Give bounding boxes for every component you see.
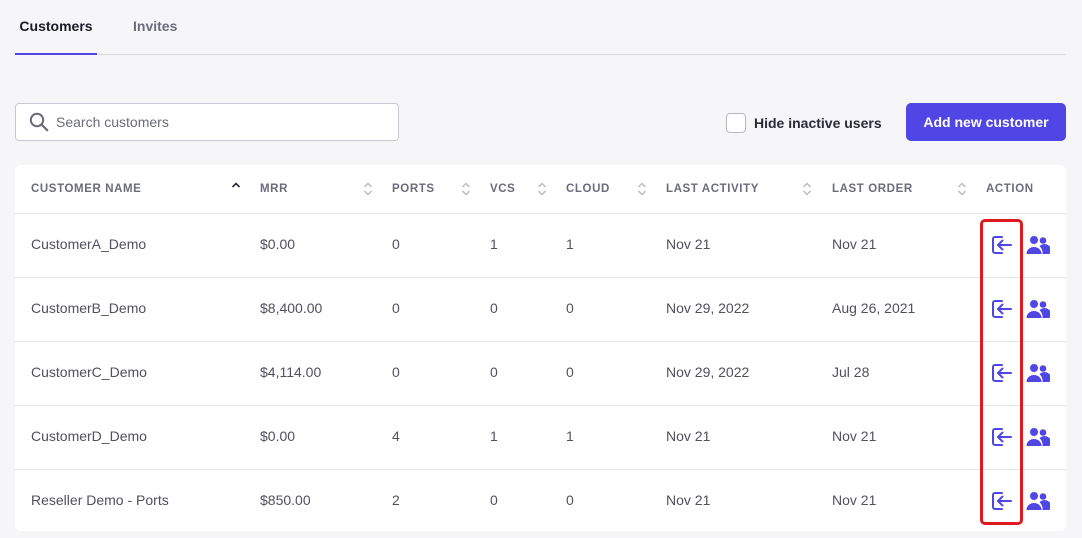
customer-name[interactable]: Reseller Demo - Ports: [31, 492, 169, 508]
login-icon[interactable]: [990, 362, 1012, 384]
column-header-cloud[interactable]: CLOUD: [566, 183, 610, 195]
sort-ascending-icon[interactable]: [231, 181, 241, 195]
hide-inactive-checkbox[interactable]: [726, 113, 746, 133]
table-row: CustomerA_Demo $0.00 0 1 1 Nov 21 Nov 21: [15, 214, 1066, 278]
login-icon[interactable]: [990, 298, 1012, 320]
mrr-value: $4,114.00: [260, 364, 322, 380]
last-order-value: Nov 21: [832, 428, 877, 444]
table-row: CustomerB_Demo $8,400.00 0 0 0 Nov 29, 2…: [15, 278, 1066, 342]
column-header-mrr[interactable]: MRR: [260, 183, 288, 195]
customer-name[interactable]: CustomerC_Demo: [31, 364, 147, 380]
last-activity-value: Nov 21: [666, 428, 711, 444]
ports-value: 0: [392, 364, 400, 380]
column-header-customer-name[interactable]: CUSTOMER NAME: [31, 183, 141, 195]
vcs-value: 1: [490, 428, 498, 444]
table-row: CustomerD_Demo $0.00 4 1 1 Nov 21 Nov 21: [15, 406, 1066, 470]
search-box[interactable]: [15, 103, 399, 141]
users-icon[interactable]: [1026, 363, 1050, 383]
table-row: CustomerC_Demo $4,114.00 0 0 0 Nov 29, 2…: [15, 342, 1066, 406]
customer-name[interactable]: CustomerB_Demo: [31, 300, 146, 316]
customer-name[interactable]: CustomerA_Demo: [31, 236, 146, 252]
vcs-value: 1: [490, 236, 498, 252]
sort-icon[interactable]: [957, 181, 967, 197]
search-input[interactable]: [56, 104, 386, 140]
sort-icon[interactable]: [461, 181, 471, 197]
users-icon[interactable]: [1026, 427, 1050, 447]
users-icon[interactable]: [1026, 491, 1050, 511]
column-header-last-activity[interactable]: LAST ACTIVITY: [666, 183, 759, 195]
vcs-value: 0: [490, 300, 498, 316]
last-activity-value: Nov 29, 2022: [666, 364, 750, 380]
add-customer-button[interactable]: Add new customer: [906, 103, 1066, 141]
last-order-value: Aug 26, 2021: [832, 300, 916, 316]
tab-customers[interactable]: Customers: [15, 0, 97, 55]
mrr-value: $850.00: [260, 492, 311, 508]
ports-value: 2: [392, 492, 400, 508]
login-icon[interactable]: [990, 234, 1012, 256]
users-icon[interactable]: [1026, 299, 1050, 319]
hide-inactive-label: Hide inactive users: [754, 115, 882, 131]
tab-bar: Customers Invites: [15, 0, 1066, 55]
tab-invites[interactable]: Invites: [133, 0, 177, 55]
last-order-value: Nov 21: [832, 236, 877, 252]
users-icon[interactable]: [1026, 235, 1050, 255]
sort-icon[interactable]: [363, 181, 373, 197]
cloud-value: 1: [566, 428, 574, 444]
cloud-value: 0: [566, 364, 574, 380]
last-activity-value: Nov 21: [666, 492, 711, 508]
sort-icon[interactable]: [637, 181, 647, 197]
login-icon[interactable]: [990, 426, 1012, 448]
customers-table: CUSTOMER NAME MRR PORTS VCS CLOUD LAST A…: [15, 165, 1066, 531]
table-row: Reseller Demo - Ports $850.00 2 0 0 Nov …: [15, 470, 1066, 531]
column-header-action: ACTION: [986, 183, 1034, 195]
table-header: CUSTOMER NAME MRR PORTS VCS CLOUD LAST A…: [15, 165, 1066, 214]
last-order-value: Jul 28: [832, 364, 870, 380]
ports-value: 4: [392, 428, 400, 444]
mrr-value: $8,400.00: [260, 300, 323, 316]
ports-value: 0: [392, 236, 400, 252]
login-icon[interactable]: [990, 490, 1012, 512]
sort-icon[interactable]: [802, 181, 812, 197]
last-activity-value: Nov 21: [666, 236, 711, 252]
search-icon: [29, 112, 49, 132]
ports-value: 0: [392, 300, 400, 316]
vcs-value: 0: [490, 492, 498, 508]
column-header-last-order[interactable]: LAST ORDER: [832, 183, 913, 195]
sort-icon[interactable]: [537, 181, 547, 197]
mrr-value: $0.00: [260, 236, 296, 252]
mrr-value: $0.00: [260, 428, 296, 444]
column-header-ports[interactable]: PORTS: [392, 183, 435, 195]
cloud-value: 0: [566, 300, 574, 316]
last-activity-value: Nov 29, 2022: [666, 300, 750, 316]
last-order-value: Nov 21: [832, 492, 877, 508]
cloud-value: 0: [566, 492, 574, 508]
cloud-value: 1: [566, 236, 574, 252]
customer-name[interactable]: CustomerD_Demo: [31, 428, 147, 444]
column-header-vcs[interactable]: VCS: [490, 183, 515, 195]
vcs-value: 0: [490, 364, 498, 380]
